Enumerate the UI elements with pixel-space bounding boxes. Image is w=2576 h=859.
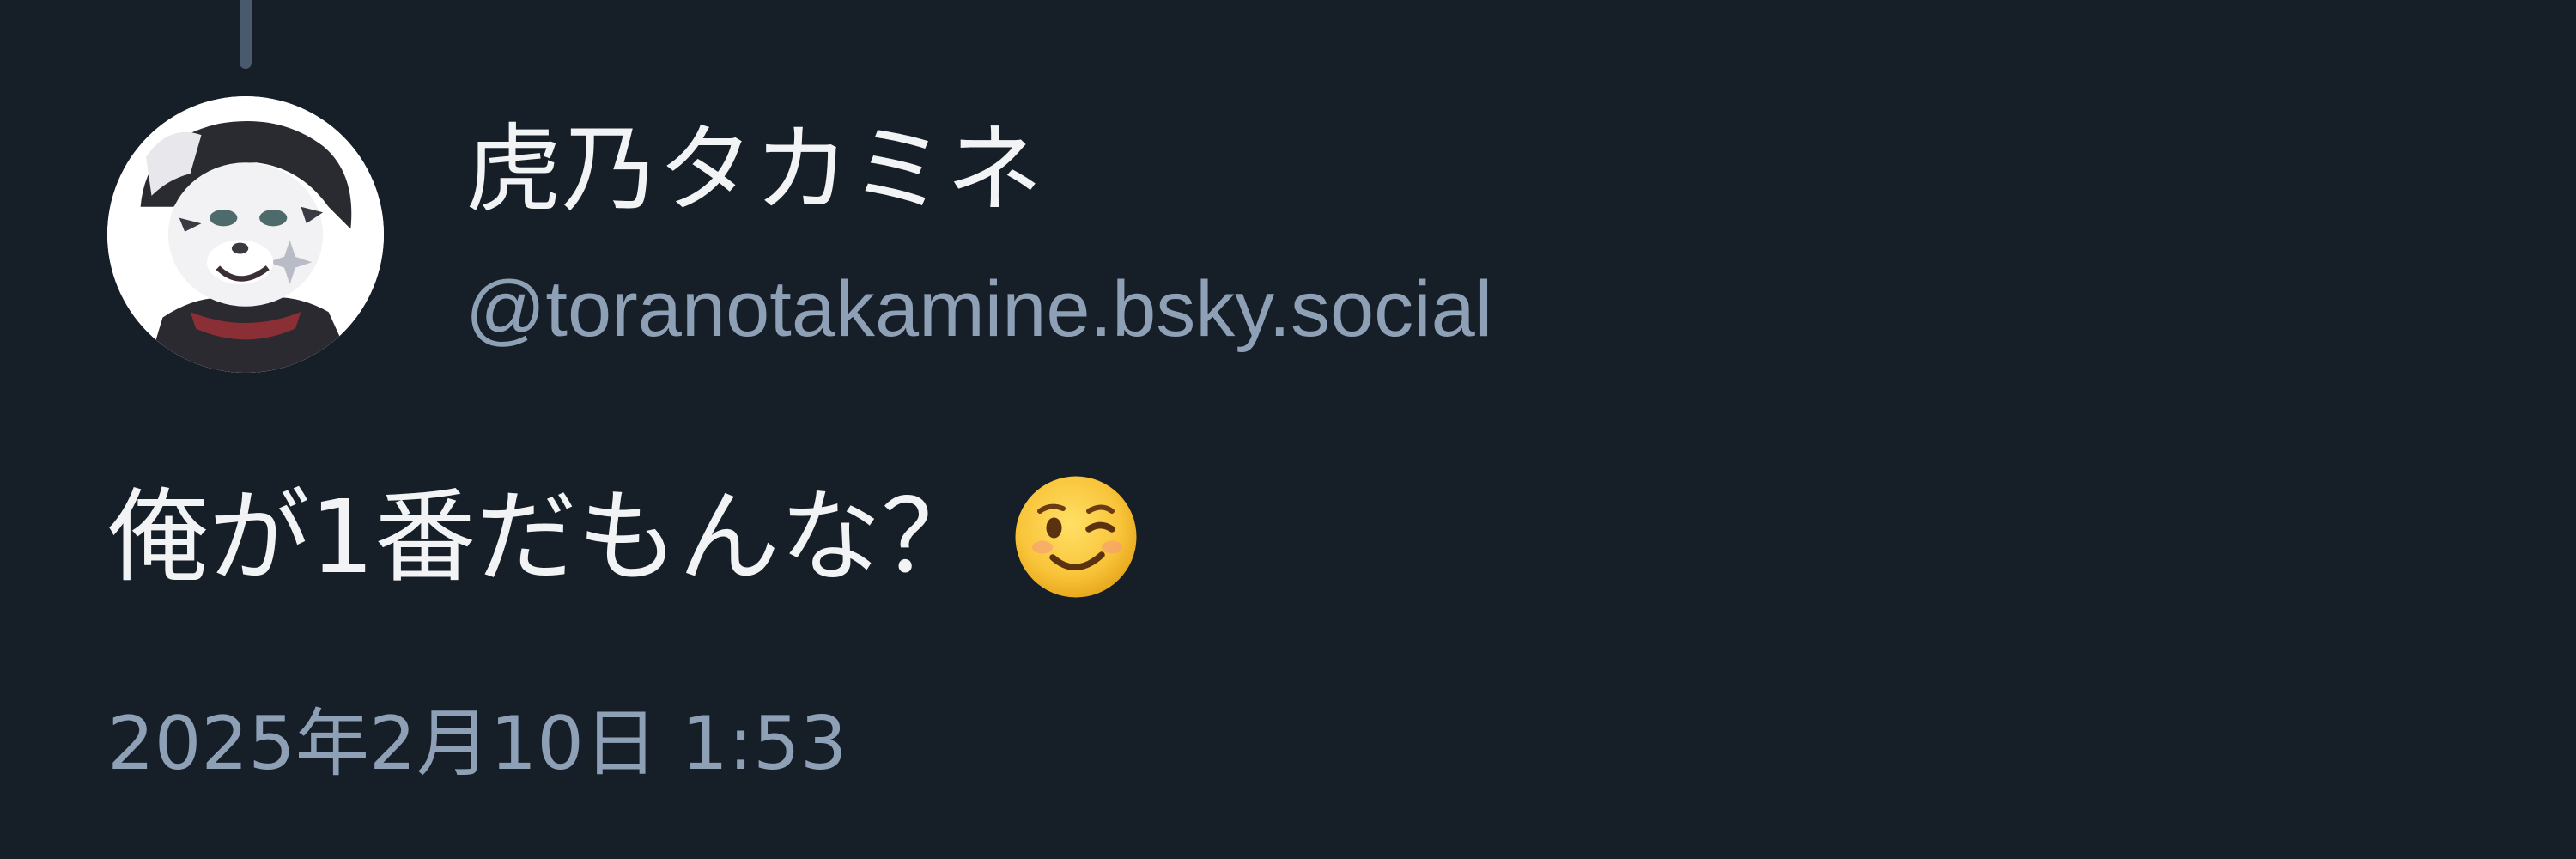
author-handle[interactable]: @toranotakamine.bsky.social — [465, 258, 1492, 361]
post-text: 俺が1番だもんな？ — [107, 478, 983, 596]
post-body: 俺が1番だもんな？ — [107, 468, 1140, 606]
author-display-name[interactable]: 虎乃タカミネ — [465, 110, 1042, 230]
thread-connector-line — [240, 0, 252, 69]
post-timestamp[interactable]: 2025年2月10日 1:53 — [107, 692, 847, 795]
winking-face-emoji-icon — [1012, 472, 1140, 601]
author-avatar[interactable] — [107, 96, 384, 373]
tiger-character-avatar-image — [107, 96, 384, 373]
